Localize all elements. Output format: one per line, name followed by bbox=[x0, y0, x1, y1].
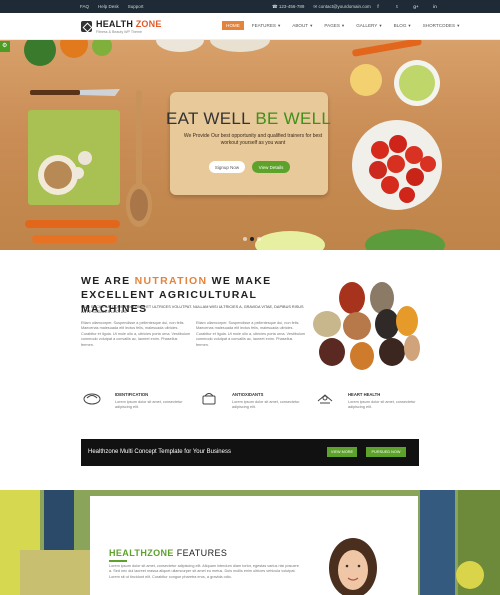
cta-banner: Healthzone Multi Concept Template for Yo… bbox=[81, 439, 419, 466]
menu: HOME FEATURES ▾ ABOUT ▾ PAGES ▾ GALLERY ▾ BL… bbox=[222, 21, 463, 30]
email-info[interactable]: ✉ contact@yourdomain.com bbox=[313, 4, 370, 10]
hero-subtitle: We Provide Our best opportunity and qual… bbox=[183, 133, 323, 146]
slider-dot-active[interactable] bbox=[250, 237, 254, 241]
brand-tagline: Fitness & Beauty WP Theme bbox=[96, 30, 143, 34]
facebook-icon[interactable]: f bbox=[375, 3, 381, 9]
feature-title: HEART HEALTH bbox=[348, 392, 381, 397]
view-more-button[interactable]: VIEW MORE bbox=[327, 447, 357, 457]
features-section: HEALTHZONE FEATURES Lorem ipsum dolor si… bbox=[0, 490, 500, 595]
faq-link[interactable]: FAQ bbox=[80, 4, 89, 9]
menu-item-about[interactable]: ABOUT ▾ bbox=[288, 21, 316, 30]
features-text: Lorem ipsum dolor sit amet, consectetur … bbox=[109, 564, 299, 579]
chevron-down-icon: ▾ bbox=[457, 22, 460, 28]
help-desk-link[interactable]: Help Desk bbox=[98, 4, 119, 9]
phone-icon: ☎ bbox=[272, 4, 278, 9]
purchase-button[interactable]: PURSUED NOW bbox=[366, 447, 406, 457]
signup-button[interactable]: Signup Now bbox=[209, 161, 245, 173]
main-navigation: HEALTH ZONE Fitness & Beauty WP Theme HO… bbox=[0, 13, 500, 40]
linkedin-icon[interactable]: in bbox=[432, 3, 438, 9]
menu-item-home[interactable]: HOME bbox=[222, 21, 244, 30]
gear-icon: ⚙ bbox=[2, 43, 8, 49]
leaf-bowl-icon bbox=[83, 393, 101, 405]
hero-slider: EAT WELL BE WELL We Provide Our best opp… bbox=[0, 40, 500, 250]
title-underline bbox=[109, 560, 127, 562]
menu-item-shortcodes[interactable]: SHORTCODES ▾ bbox=[419, 21, 464, 30]
logo-icon bbox=[81, 21, 92, 32]
menu-item-features[interactable]: FEATURES ▾ bbox=[248, 21, 284, 30]
slider-dot[interactable] bbox=[243, 237, 247, 241]
chevron-down-icon: ▾ bbox=[341, 22, 345, 28]
menu-item-blog[interactable]: BLOG ▾ bbox=[390, 21, 415, 30]
phone-number: 123-456-789 bbox=[278, 4, 305, 9]
feature-text: Lorem ipsum dolor sit amet, consectetur … bbox=[348, 400, 416, 409]
basket-icon bbox=[202, 393, 216, 405]
site-logo[interactable]: HEALTH ZONE Fitness & Beauty WP Theme bbox=[81, 19, 162, 34]
chevron-down-icon: ▾ bbox=[310, 22, 313, 28]
features-card: HEALTHZONE FEATURES Lorem ipsum dolor si… bbox=[90, 496, 418, 595]
about-lead: CUM SOCIIS NATOQUE PENATIBUS ET ULTRICES… bbox=[81, 305, 304, 314]
about-section: WE ARE NUTRATION WE MAKE EXCELLENT AGRIC… bbox=[0, 250, 500, 490]
slider-dot[interactable] bbox=[257, 237, 261, 241]
chevron-down-icon: ▾ bbox=[277, 22, 281, 28]
chevron-down-icon: ▾ bbox=[379, 22, 382, 28]
spices-image bbox=[313, 282, 420, 370]
support-link[interactable]: Support bbox=[128, 4, 144, 9]
view-details-button[interactable]: View Details bbox=[252, 161, 290, 173]
hands-heart-icon bbox=[317, 394, 333, 404]
settings-side-tab[interactable]: ⚙ bbox=[0, 41, 10, 52]
cta-text: Healthzone Multi Concept Template for Yo… bbox=[88, 449, 231, 455]
menu-item-pages[interactable]: PAGES ▾ bbox=[320, 21, 348, 30]
features-title: HEALTHZONE FEATURES bbox=[109, 548, 228, 558]
menu-item-gallery[interactable]: GALLERY ▾ bbox=[352, 21, 385, 30]
phone-info: ☎ 123-456-789 bbox=[272, 4, 304, 10]
mail-icon: ✉ bbox=[313, 4, 318, 9]
top-bar: FAQ Help Desk Support ☎ 123-456-789 ✉ co… bbox=[0, 0, 500, 13]
about-column-1: Etiam ullamcorper. Suspendisse a pellent… bbox=[81, 321, 191, 347]
feature-text: Lorem ipsum dolor sit amet, consectetur … bbox=[115, 400, 183, 409]
brand-name: HEALTH ZONE bbox=[96, 19, 162, 29]
woman-portrait-image bbox=[329, 538, 377, 595]
chevron-down-icon: ▾ bbox=[408, 22, 411, 28]
about-column-2: Etiam ullamcorper. Suspendisse a pellent… bbox=[196, 321, 306, 347]
twitter-icon[interactable]: t bbox=[394, 3, 400, 9]
google-plus-icon[interactable]: g+ bbox=[413, 3, 419, 9]
feature-title: IDENTIFICATION bbox=[115, 392, 149, 397]
feature-title: ANTIOXIDANTS bbox=[232, 392, 264, 397]
slider-dots bbox=[243, 237, 261, 241]
feature-text: Lorem ipsum dolor sit amet, consectetur … bbox=[232, 400, 300, 409]
email-address[interactable]: contact@yourdomain.com bbox=[318, 4, 370, 9]
hero-title: EAT WELL BE WELL bbox=[166, 109, 332, 128]
